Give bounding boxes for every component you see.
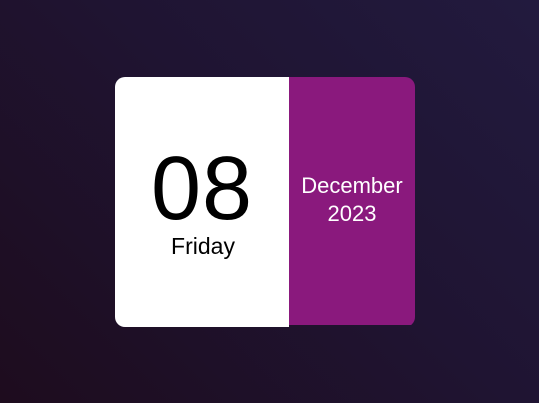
day-panel: 08 Friday xyxy=(115,77,289,327)
month-panel: December 2023 xyxy=(289,77,415,325)
year-label: 2023 xyxy=(327,201,377,226)
day-number: 08 xyxy=(150,139,254,239)
date-card: 08 Friday December 2023 xyxy=(115,77,415,327)
weekday-label: Friday xyxy=(171,233,235,259)
month-label: December xyxy=(301,173,403,198)
